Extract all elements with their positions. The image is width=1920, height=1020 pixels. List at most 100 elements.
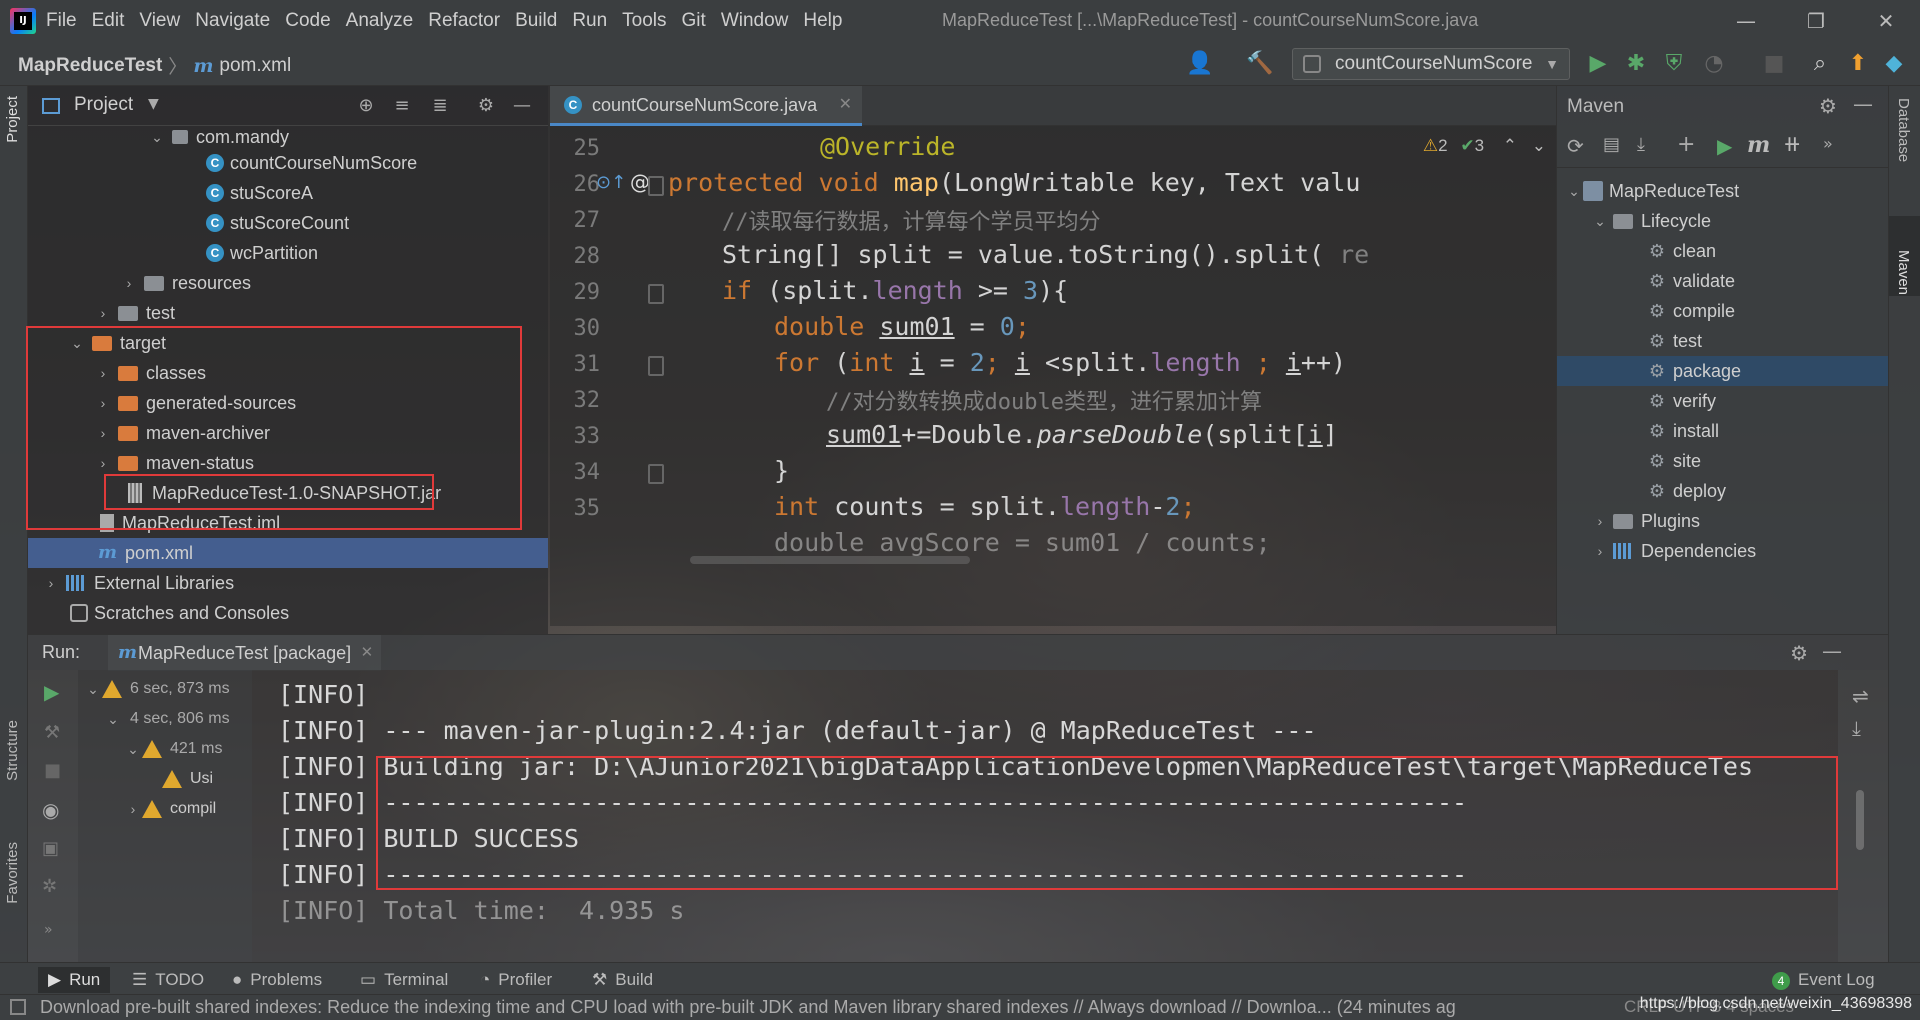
skip-tests-icon[interactable]: ⧺ [1783,132,1801,157]
locate-icon[interactable]: ⊕ [354,94,378,118]
menu-git[interactable]: Git [682,10,706,32]
breadcrumb-project[interactable]: MapReduceTest [18,55,162,77]
close-icon[interactable]: ✕ [839,86,852,124]
soft-wrap-icon[interactable]: ⇌ [1852,684,1869,708]
maven-dependencies-node[interactable]: › Dependencies [1591,536,1756,566]
run-tool-button[interactable]: ▶ Run [38,967,111,993]
build-tree-row[interactable]: Usi [162,764,213,794]
tree-external-libraries[interactable]: › External Libraries [42,568,234,598]
maven-phase-item[interactable]: ⚙ site [1647,446,1701,476]
restore-icon[interactable]: ❐ [1796,6,1836,36]
maven-lifecycle-node[interactable]: ⌄ Lifecycle [1591,206,1711,236]
status-message[interactable]: Download pre-built shared indexes: Reduc… [40,997,1456,1018]
stop-icon[interactable]: ■ [44,760,61,781]
tree-scratches[interactable]: Scratches and Consoles [70,598,289,628]
hide-panel-icon[interactable]: — [1853,92,1873,116]
maven-phase-item[interactable]: ⚙ verify [1647,386,1716,416]
inspection-widget[interactable]: ⚠2 ✔3 ⌃ ⌄ [1423,136,1546,156]
maven-project-node[interactable]: ⌄ MapReduceTest [1565,176,1739,206]
build-tree-row[interactable]: ⌄ 421 ms [124,734,222,764]
menu-file[interactable]: File [46,10,77,32]
implements-gutter-icon[interactable]: ⊙↑ [596,172,626,193]
reload-icon[interactable]: ⟳ [1567,134,1584,158]
fold-marker-icon[interactable] [648,464,664,484]
chevron-down-icon[interactable]: ⌄ [1532,136,1546,155]
breadcrumb-file[interactable]: pom.xml [219,55,291,77]
collapse-all-icon[interactable]: ≣ [428,94,452,118]
run-icon[interactable]: ▶ [1584,50,1612,78]
expand-all-icon[interactable]: ≡ [390,94,414,118]
hide-panel-icon[interactable]: — [510,94,534,118]
chevron-up-icon[interactable]: ⌃ [1503,136,1517,155]
structure-tool-tab[interactable]: Structure [4,720,21,781]
menu-build[interactable]: Build [515,10,557,32]
menu-tools[interactable]: Tools [622,10,666,32]
run-tab-package[interactable]: m MapReduceTest [package] ✕ [108,635,382,671]
settings-gear-icon[interactable]: ⚙ [474,94,498,118]
maven-phase-item[interactable]: ⚙ validate [1647,266,1735,296]
maven-phase-item-selected[interactable]: ⚙ package [1557,356,1889,386]
maven-tool-tab[interactable]: Maven [1895,250,1912,295]
settings-gear-icon[interactable]: ⚙ [1790,641,1808,665]
maven-tool-tab-active[interactable]: Maven [1889,216,1920,296]
menu-help[interactable]: Help [803,10,842,32]
more-icon[interactable]: » [44,922,53,938]
maven-phase-item[interactable]: ⚙ compile [1647,296,1735,326]
code-editor[interactable]: ⚠2 ✔3 ⌃ ⌄ 25 26 27 28 29 30 31 32 33 34 … [550,126,1556,626]
generate-sources-icon[interactable]: ▤ [1603,134,1620,155]
database-tool-tab[interactable]: Database [1895,98,1912,162]
tree-class-item[interactable]: C countCourseNumScore [206,148,417,178]
menu-window[interactable]: Window [721,10,789,32]
maven-plugins-node[interactable]: › Plugins [1591,506,1700,536]
toggle-tool-windows-icon[interactable] [10,999,26,1015]
debug-settings-icon[interactable]: ✲ [42,876,57,897]
menu-refactor[interactable]: Refactor [428,10,500,32]
event-log-button[interactable]: 4 Event Log [1772,967,1875,993]
rerun-icon[interactable]: ▶ [44,680,59,704]
tree-class-item[interactable]: C wcPartition [206,238,318,268]
editor-tab-countcoursenumscore[interactable]: C countCourseNumScore.java ✕ [550,86,862,126]
scroll-to-end-icon[interactable]: ⤓ [1852,716,1861,740]
horizontal-scrollbar[interactable] [690,556,970,564]
menu-navigate[interactable]: Navigate [195,10,270,32]
minimize-icon[interactable]: — [1726,6,1766,36]
tree-folder-resources[interactable]: › resources [120,268,251,298]
menu-view[interactable]: View [139,10,180,32]
maven-phase-item[interactable]: ⚙ install [1647,416,1719,446]
build-tree-row[interactable]: › compil [124,794,216,824]
profile-icon[interactable]: ◔ [1700,50,1728,78]
menu-edit[interactable]: Edit [92,10,125,32]
tree-class-item[interactable]: C stuScoreCount [206,208,349,238]
user-account-icon[interactable]: 👤 [1186,50,1214,78]
build-tool-button[interactable]: ⚒ Build [592,967,653,993]
execute-goal-icon[interactable]: m [1747,132,1770,158]
close-icon[interactable]: ✕ [361,635,374,671]
maven-phase-item[interactable]: ⚙ test [1647,326,1702,356]
menu-run[interactable]: Run [572,10,607,32]
project-tool-tab[interactable]: Project [4,96,21,143]
build-tree-row[interactable]: ⌄ 6 sec, 873 ms [84,674,230,704]
vertical-scrollbar[interactable] [1856,790,1864,850]
fold-marker-icon[interactable] [648,176,664,196]
problems-tool-button[interactable]: ● Problems [232,967,322,993]
console-output[interactable]: [INFO] [INFO] --- maven-jar-plugin:2.4:j… [252,670,1838,962]
chevron-down-icon[interactable]: ▼ [148,96,159,112]
add-icon[interactable]: + [1677,132,1695,157]
settings-gear-icon[interactable]: ⚙ [1819,94,1837,118]
fold-marker-icon[interactable] [648,284,664,304]
build-hammer-icon[interactable]: 🔨 [1246,50,1274,78]
fold-marker-icon[interactable] [648,356,664,376]
tree-folder-test[interactable]: › test [94,298,175,328]
menu-code[interactable]: Code [285,10,330,32]
favorites-tool-tab[interactable]: Favorites [4,842,21,904]
close-window-icon[interactable]: ✕ [1866,6,1906,36]
hide-panel-icon[interactable]: — [1822,639,1842,663]
menu-analyze[interactable]: Analyze [346,10,414,32]
terminal-tool-button[interactable]: ▭ Terminal [360,967,448,993]
more-icon[interactable]: » [1823,134,1833,153]
profiler-tool-button[interactable]: ◔ Profiler [480,967,552,993]
tree-pom-file[interactable]: m pom.xml [28,538,548,568]
update-icon[interactable]: ⬆ [1844,50,1872,78]
wrench-icon[interactable]: ⚒ [44,722,60,743]
annotation-gutter-icon[interactable]: @ [630,170,650,194]
